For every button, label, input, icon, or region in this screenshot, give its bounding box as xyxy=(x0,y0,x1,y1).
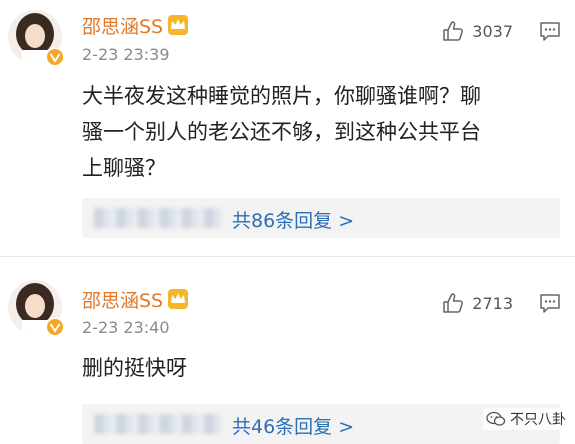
like-button[interactable]: 2713 xyxy=(442,292,513,314)
wechat-icon xyxy=(486,411,506,426)
crown-icon xyxy=(168,15,189,35)
verified-badge-icon xyxy=(46,48,64,66)
watermark: 不只八卦 xyxy=(483,408,569,430)
comment-item: 邵思涵SS 2-23 23:39 3037 大半夜发这种睡觉的照片，你聊骚谁啊？… xyxy=(0,0,575,262)
comment-text-line: 骚一个别人的老公还不够，到这种公共平台 xyxy=(82,120,481,144)
like-button[interactable]: 3037 xyxy=(442,20,513,42)
replies-link[interactable]: 共86条回复 > xyxy=(82,198,560,238)
comment-icon[interactable] xyxy=(539,292,561,314)
comment-text-line: 删的挺快呀 xyxy=(82,356,187,380)
timestamp: 2-23 23:39 xyxy=(82,45,170,64)
blurred-reply-preview xyxy=(94,208,222,228)
blurred-reply-preview xyxy=(94,414,222,434)
crown-icon xyxy=(168,289,189,309)
username[interactable]: 邵思涵SS xyxy=(82,286,189,313)
avatar[interactable] xyxy=(8,280,64,336)
thumbs-up-icon xyxy=(443,293,464,313)
timestamp: 2-23 23:40 xyxy=(82,318,170,337)
reply-count: 共86条回复 > xyxy=(232,210,355,232)
watermark-text: 不只八卦 xyxy=(510,412,566,428)
avatar[interactable] xyxy=(8,10,64,66)
divider xyxy=(0,256,575,257)
like-count: 2713 xyxy=(472,293,513,313)
comment-text: 删的挺快呀 xyxy=(82,350,552,386)
comment-text-line: 大半夜发这种睡觉的照片，你聊骚谁啊？聊 xyxy=(82,84,481,108)
comment-text: 大半夜发这种睡觉的照片，你聊骚谁啊？聊 骚一个别人的老公还不够，到这种公共平台 … xyxy=(82,78,552,186)
comment-text-line: 上聊骚？ xyxy=(82,156,166,180)
username[interactable]: 邵思涵SS xyxy=(82,12,189,39)
like-count: 3037 xyxy=(472,21,513,41)
comment-icon[interactable] xyxy=(539,20,561,42)
verified-badge-icon xyxy=(46,318,64,336)
reply-count: 共46条回复 > xyxy=(232,416,355,438)
thumbs-up-icon xyxy=(443,21,464,41)
